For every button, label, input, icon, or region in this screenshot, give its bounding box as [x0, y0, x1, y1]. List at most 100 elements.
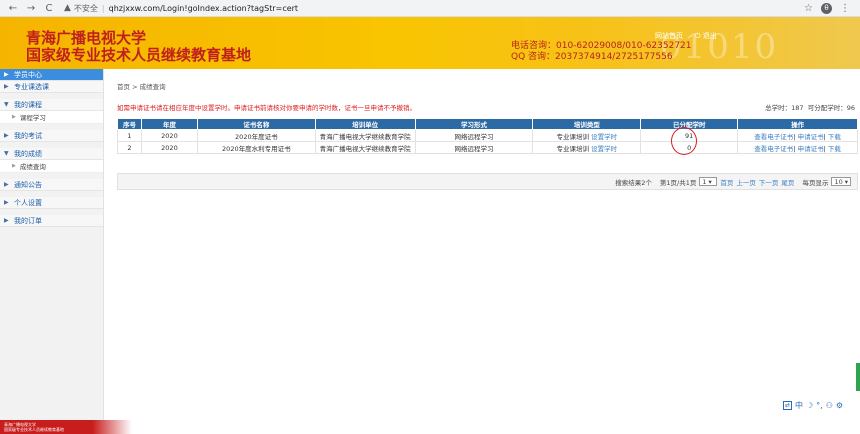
sidebar-item-label: 通知公告 — [14, 180, 42, 189]
sidebar-item-course-selection[interactable]: ▶ 专业课选课 — [0, 81, 103, 93]
warning-icon: ▲ — [64, 3, 71, 13]
sidebar-item-settings[interactable]: ▶ 个人设置 — [0, 197, 103, 209]
browser-menu-icon[interactable]: ⋮ — [840, 3, 850, 14]
first-page-link[interactable]: 首页 — [720, 177, 733, 187]
download-link[interactable]: 下载 — [828, 145, 841, 153]
caret-down-icon: ▼ — [4, 150, 9, 157]
cell-form: 网络远程学习 — [414, 141, 534, 154]
apply-cert-link[interactable]: 申请证书 — [798, 133, 824, 141]
sidebar-item-my-exams[interactable]: ▶ 我的考试 — [0, 130, 103, 142]
ime-mode-icon[interactable]: ⇄ — [783, 401, 792, 410]
ime-punct-icon[interactable]: °, — [816, 401, 823, 410]
cell-unit: 青海广播电视大学继续教育学院 — [314, 141, 416, 154]
col-header-unit: 培训单位 — [314, 118, 416, 130]
sidebar-item-orders[interactable]: ▶ 我的订单 — [0, 215, 103, 227]
home-link[interactable]: 网站首页 — [655, 31, 683, 41]
cell-no: 1 — [117, 129, 142, 142]
sidebar-subitem-score-query[interactable]: ▶ 成绩查询 — [0, 160, 103, 173]
sidebar-subitem-label: 成绩查询 — [19, 163, 46, 171]
insecure-label: 不安全 — [73, 3, 98, 13]
sidebar-subitem-label: 课程学习 — [19, 114, 46, 122]
view-cert-link[interactable]: 查看电子证书 — [754, 145, 793, 153]
sidebar-nav: ▶ 学员中心 ▶ 专业课选课 ▼ 我的课程 ▶ 课程学习 ▶ 我的考试 ▼ 我的… — [0, 69, 104, 420]
col-header-form: 学习形式 — [414, 118, 534, 130]
ime-settings-icon[interactable]: ⚙ — [836, 401, 843, 410]
sidebar-item-my-courses[interactable]: ▼ 我的课程 — [0, 99, 103, 111]
view-cert-link[interactable]: 查看电子证书 — [754, 133, 793, 141]
site-banner: 青海广播电视大学 国家级专业技术人员继续教育基地 01010 网站首页 ⏻ 退出… — [0, 17, 860, 69]
contact-info: 电话咨询：010-62029008/010-62352721 QQ 咨询：203… — [511, 41, 692, 63]
url-text[interactable]: qhzjxxw.com/Login!goIndex.action?tagStr=… — [109, 4, 298, 13]
forward-icon[interactable]: → — [24, 1, 38, 15]
sidebar-item-my-scores[interactable]: ▼ 我的成绩 — [0, 148, 103, 160]
set-hours-link[interactable]: 设置学时 — [591, 145, 617, 153]
cell-unit: 青海广播电视大学继续教育学院 — [314, 129, 416, 142]
ime-user-icon[interactable]: ⚇ — [826, 401, 833, 410]
ime-moon-icon[interactable]: ☽ — [806, 401, 813, 410]
back-icon[interactable]: ← — [6, 1, 20, 15]
per-page-select[interactable]: 10 ▾ — [831, 177, 851, 186]
result-count: 搜索结果2个 — [615, 178, 652, 187]
ime-chinese-icon[interactable]: 中 — [795, 400, 803, 411]
next-page-link[interactable]: 下一页 — [759, 177, 779, 187]
sub-arrow-icon: ▶ — [12, 163, 16, 169]
caret-right-icon: ▶ — [4, 132, 9, 139]
table-header-row: 序号 年度 证书名称 培训单位 学习形式 培训类型 已分配学时 操作 — [117, 118, 858, 130]
footer-line2: 国家级专业技术人员继续教育基地 — [4, 427, 64, 432]
per-page-value: 10 — [834, 177, 843, 186]
col-header-cert: 证书名称 — [196, 118, 316, 130]
prev-page-link[interactable]: 上一页 — [736, 177, 756, 187]
cell-actions: 查看电子证书| 申请证书| 下载 — [737, 129, 858, 142]
set-hours-link[interactable]: 设置学时 — [591, 133, 617, 141]
bookmark-star-icon[interactable]: ☆ — [804, 3, 813, 14]
qq-line: QQ 咨询：2037374914/2725177556 — [511, 52, 673, 62]
cell-cert: 2020年度水利专用证书 — [196, 141, 316, 154]
caret-right-icon: ▶ — [4, 217, 9, 224]
download-link[interactable]: 下载 — [828, 133, 841, 141]
address-separator: | — [101, 3, 105, 13]
sidebar-item-label: 学员中心 — [14, 70, 42, 79]
alloc-hours-label: 可分配学时： — [807, 104, 847, 112]
sidebar-item-label: 我的成绩 — [14, 149, 42, 158]
profile-avatar[interactable]: θ — [821, 2, 832, 14]
browser-actions: ☆ θ ⋮ — [804, 2, 850, 14]
pagination-bar: 搜索结果2个 第1页/共1页 1 ▾ 首页 上一页 下一页 尾页 每页显示 10 ▾ — [117, 173, 858, 190]
col-header-no: 序号 — [117, 118, 142, 130]
notice-text: 如需申请证书请在相应年度中设置学时。申请证书前请核对你要申请的学时数，证书一旦申… — [117, 104, 416, 112]
cell-type: 专业课培训 设置学时 — [532, 141, 642, 154]
total-hours-value: 187 — [791, 104, 804, 112]
sidebar-subitem-course-study[interactable]: ▶ 课程学习 — [0, 111, 103, 124]
sidebar-item-label: 专业课选课 — [14, 82, 49, 91]
browser-toolbar: ← → C ▲ 不安全 | qhzjxxw.com/Login!goIndex.… — [0, 0, 860, 17]
breadcrumb: 首页 > 成绩查询 — [117, 83, 166, 91]
chevron-down-icon: ▾ — [708, 177, 712, 186]
last-page-link[interactable]: 尾页 — [781, 177, 794, 187]
sidebar-item-label: 我的课程 — [14, 100, 42, 109]
address-bar[interactable]: ▲ 不安全 | qhzjxxw.com/Login!goIndex.action… — [64, 2, 804, 15]
sidebar-item-label: 我的考试 — [14, 131, 42, 140]
reload-icon[interactable]: C — [42, 1, 56, 15]
certificate-table: 序号 年度 证书名称 培训单位 学习形式 培训类型 已分配学时 操作 1 202… — [117, 118, 858, 154]
logout-label: 退出 — [702, 32, 717, 40]
sidebar-item-notices[interactable]: ▶ 通知公告 — [0, 179, 103, 191]
type-label: 专业课培训 — [556, 132, 590, 141]
footer-brand: 青海广播电视大学 国家级专业技术人员继续教育基地 — [0, 420, 132, 434]
sidebar-item-student-center[interactable]: ▶ 学员中心 — [0, 69, 103, 81]
ime-toolbar: ⇄ 中 ☽ °, ⚇ ⚙ — [783, 400, 843, 411]
page-select-value: 1 — [702, 177, 707, 186]
table-row: 1 2020 2020年度证书 青海广播电视大学继续教育学院 网络远程学习 专业… — [117, 129, 858, 142]
logout-link[interactable]: ⏻ 退出 — [695, 31, 717, 41]
page-select[interactable]: 1 ▾ — [699, 177, 718, 186]
power-icon: ⏻ — [695, 32, 701, 40]
chevron-down-icon: ▾ — [844, 177, 848, 186]
caret-right-icon: ▶ — [4, 181, 9, 188]
side-tab[interactable] — [856, 363, 860, 391]
cell-cert: 2020年度证书 — [196, 129, 316, 142]
apply-cert-link[interactable]: 申请证书 — [798, 145, 824, 153]
col-header-actions: 操作 — [737, 118, 858, 130]
sidebar-item-label: 我的订单 — [14, 216, 42, 225]
type-label: 专业课培训 — [556, 144, 590, 153]
caret-right-icon: ▶ — [4, 71, 9, 78]
cell-year: 2020 — [140, 141, 198, 154]
sidebar-item-label: 个人设置 — [14, 198, 42, 207]
